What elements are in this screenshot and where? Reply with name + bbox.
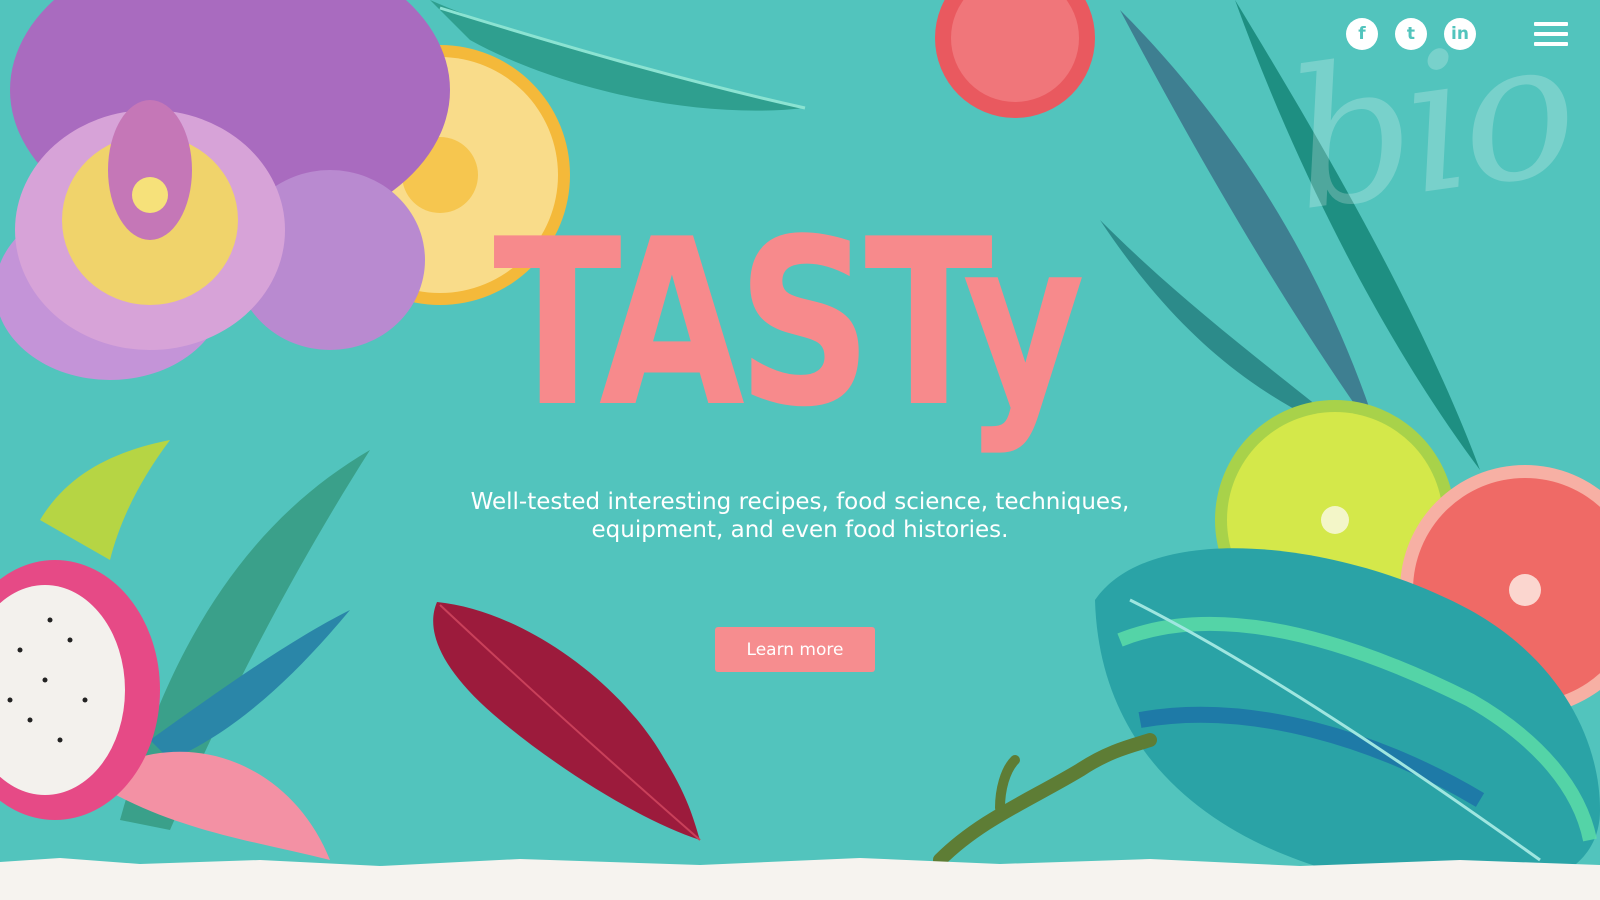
top-navigation: f t in [1346,18,1568,50]
hero-subtitle-line-2: equipment, and even food histories. [591,517,1009,543]
menu-bar [1534,42,1568,46]
torn-paper-edge [0,858,1600,900]
red-leaf-image [433,602,701,841]
facebook-icon[interactable]: f [1346,18,1378,50]
hero-subtitle-line-1: Well-tested interesting recipes, food sc… [470,489,1130,515]
twitter-icon[interactable]: t [1395,18,1427,50]
menu-bar [1534,32,1568,36]
hero-title-wrap: TASTy [0,210,1600,440]
hero-title: TASTy [492,191,1085,458]
twig-image [933,733,1157,867]
learn-more-button[interactable]: Learn more [715,627,875,672]
menu-bar [1534,22,1568,26]
lychee-image [935,0,1095,118]
social-links: f t in [1346,18,1476,50]
hero-subtitle: Well-tested interesting recipes, food sc… [0,488,1600,544]
linkedin-icon[interactable]: in [1444,18,1476,50]
hamburger-menu-icon[interactable] [1534,18,1568,50]
hero-stage: bio f t in TASTy Well-tested interesting… [0,0,1600,900]
